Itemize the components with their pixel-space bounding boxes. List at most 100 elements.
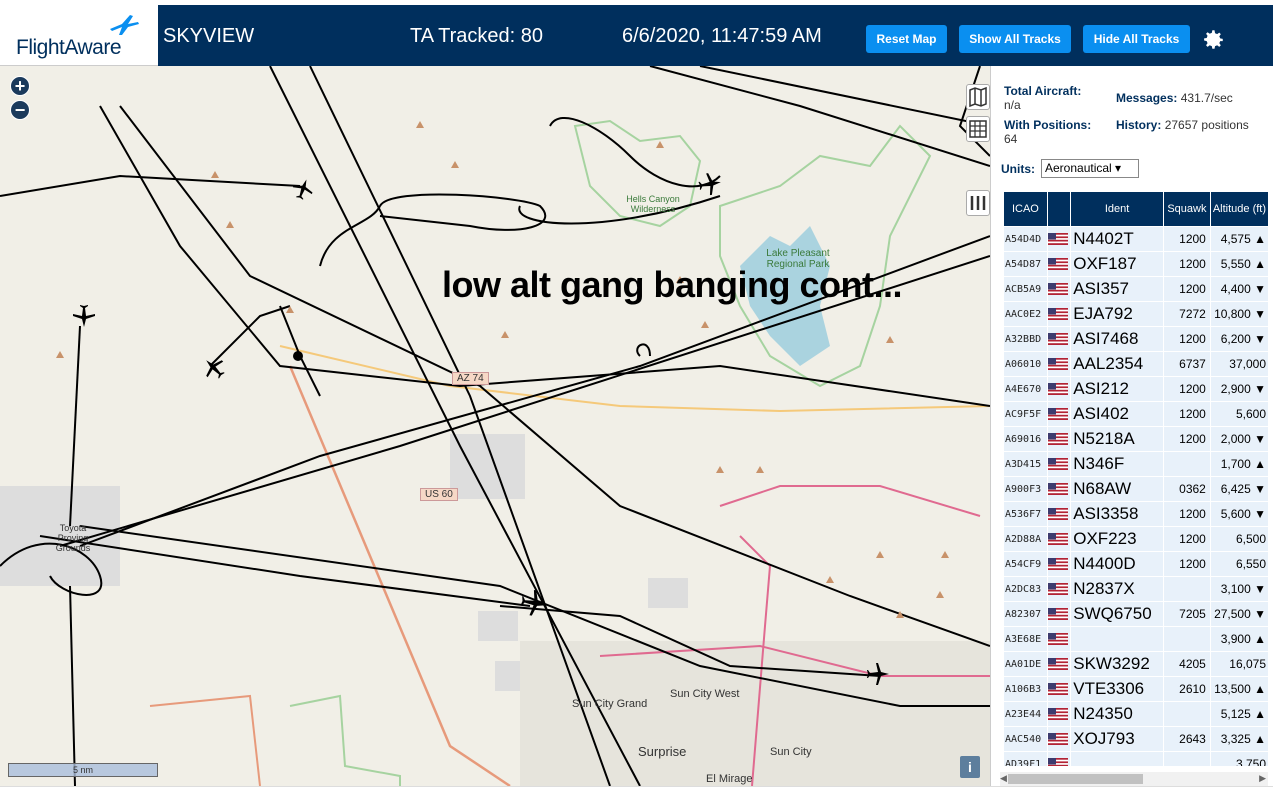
table-row[interactable]: A23E44 N24350 5,125 ▲	[1004, 702, 1268, 726]
table-row[interactable]: ACB5A9 ASI357 1200 4,400 ▼	[1004, 277, 1268, 301]
cell-icao: AC9F5F	[1004, 402, 1047, 426]
col-flag[interactable]	[1047, 192, 1071, 226]
reset-map-button[interactable]: Reset Map	[866, 25, 947, 53]
grid-toggle-button[interactable]	[966, 116, 990, 142]
units-label: Units:	[1001, 162, 1035, 176]
col-squawk[interactable]: Squawk	[1163, 192, 1210, 226]
cell-altitude: 16,075	[1210, 652, 1268, 676]
zoom-in-button[interactable]: +	[10, 76, 30, 96]
cell-ident: OXF223	[1071, 527, 1163, 551]
table-row[interactable]: AC9F5F ASI402 1200 5,600	[1004, 402, 1268, 426]
cell-icao: A900F3	[1004, 477, 1047, 501]
label-el-mirage: El Mirage	[706, 773, 753, 785]
us-flag-icon	[1047, 552, 1071, 576]
us-flag-icon	[1047, 752, 1071, 766]
us-flag-icon	[1047, 702, 1071, 726]
table-row[interactable]: A2D88A OXF223 1200 6,500	[1004, 527, 1268, 551]
aircraft-icon[interactable]	[520, 589, 548, 617]
label-hells-canyon: Hells Canyon Wilderness	[626, 194, 680, 214]
cell-squawk: 1200	[1163, 402, 1210, 426]
with-positions-value: 64	[1004, 132, 1018, 146]
table-row[interactable]: A54D4D N4402T 1200 4,575 ▲	[1004, 227, 1268, 251]
aircraft-icon[interactable]	[698, 172, 722, 196]
cell-icao: A06010	[1004, 352, 1047, 376]
us-flag-icon	[1047, 277, 1071, 301]
total-aircraft-label: Total Aircraft:	[1004, 84, 1082, 98]
us-flag-icon	[1047, 227, 1071, 251]
cell-squawk: 7272	[1163, 302, 1210, 326]
cell-altitude: 3,750	[1210, 752, 1268, 766]
scroll-left-icon[interactable]: ◀	[1000, 773, 1007, 784]
cell-altitude: 2,900 ▼	[1210, 377, 1268, 401]
us-flag-icon	[1047, 252, 1071, 276]
units-select[interactable]: Aeronautical ▾	[1041, 159, 1139, 178]
cell-ident	[1071, 627, 1163, 651]
table-row[interactable]: A32BBD ASI7468 1200 6,200 ▼	[1004, 327, 1268, 351]
table-row[interactable]: AA01DE SKW3292 4205 16,075	[1004, 652, 1268, 676]
table-row[interactable]: A106B3 VTE3306 2610 13,500 ▲	[1004, 677, 1268, 701]
label-sun-city-west: Sun City West	[670, 688, 740, 700]
aircraft-icon[interactable]	[202, 356, 226, 380]
table-row[interactable]: A54CF9 N4400D 1200 6,550	[1004, 552, 1268, 576]
selected-point	[293, 351, 303, 361]
hide-all-tracks-button[interactable]: Hide All Tracks	[1083, 25, 1190, 53]
map-canvas	[0, 66, 990, 786]
table-row[interactable]: A536F7 ASI3358 1200 5,600 ▼	[1004, 502, 1268, 526]
table-row[interactable]: AAC0E2 EJA792 7272 10,800 ▼	[1004, 302, 1268, 326]
aircraft-icon[interactable]	[72, 304, 96, 328]
horizontal-scrollbar[interactable]: ◀ ▶	[1000, 772, 1268, 786]
cell-squawk: 2610	[1163, 677, 1210, 701]
gray-area	[648, 578, 688, 608]
col-altitude[interactable]: Altitude (ft)	[1210, 192, 1268, 226]
table-row[interactable]: A54D87 OXF187 1200 5,550 ▲	[1004, 252, 1268, 276]
table-row[interactable]: AD39F1 3,750	[1004, 752, 1268, 766]
table-row[interactable]: AAC540 XOJ793 2643 3,325 ▲	[1004, 727, 1268, 751]
table-row[interactable]: A06010 AAL2354 6737 37,000	[1004, 352, 1268, 376]
logo-text: FlightAware	[16, 36, 122, 59]
table-row[interactable]: A4E670 ASI212 1200 2,900 ▼	[1004, 377, 1268, 401]
map-view[interactable]: + − Hells Canyon Wilderness Lake Pleasan…	[0, 66, 990, 786]
us-flag-icon	[1047, 327, 1071, 351]
us-flag-icon	[1047, 477, 1071, 501]
gear-icon[interactable]	[1200, 27, 1226, 53]
table-row[interactable]: A900F3 N68AW 0362 6,425 ▼	[1004, 477, 1268, 501]
cell-icao: AAC540	[1004, 727, 1047, 751]
cell-ident	[1071, 752, 1163, 766]
aircraft-table-wrapper[interactable]: ICAO Ident Squawk Altitude (ft) A54D4D N4…	[1003, 191, 1269, 766]
cell-squawk: 1200	[1163, 427, 1210, 451]
cell-ident: ASI402	[1071, 402, 1163, 426]
cell-icao: AA01DE	[1004, 652, 1047, 676]
cell-ident: ASI7468	[1071, 327, 1163, 351]
info-button[interactable]: i	[960, 756, 980, 778]
cell-altitude: 13,500 ▲	[1210, 677, 1268, 701]
scroll-right-icon[interactable]: ▶	[1259, 773, 1266, 784]
cell-icao: A3E68E	[1004, 627, 1047, 651]
messages-label: Messages:	[1116, 91, 1178, 105]
show-all-tracks-button[interactable]: Show All Tracks	[959, 25, 1071, 53]
cell-ident: AAL2354	[1071, 352, 1163, 376]
cell-squawk: 1200	[1163, 502, 1210, 526]
col-ident[interactable]: Ident	[1071, 192, 1163, 226]
flightaware-logo[interactable]: FlightAware	[0, 5, 158, 66]
az74-shield: AZ 74	[452, 372, 489, 385]
cell-icao: A23E44	[1004, 702, 1047, 726]
table-row[interactable]: A82307 SWQ6750 7205 27,500 ▼	[1004, 602, 1268, 626]
cell-squawk: 0362	[1163, 477, 1210, 501]
aircraft-icon[interactable]	[866, 662, 890, 686]
aircraft-icon[interactable]	[292, 178, 314, 200]
cell-icao: A3D415	[1004, 452, 1047, 476]
cell-altitude: 10,800 ▼	[1210, 302, 1268, 326]
skyview-app: FlightAware SKYVIEW TA Tracked: 80 6/6/2…	[0, 0, 1273, 795]
table-row[interactable]: A3E68E 3,900 ▲	[1004, 627, 1268, 651]
table-row[interactable]: A69016 N5218A 1200 2,000 ▼	[1004, 427, 1268, 451]
cell-squawk: 1200	[1163, 227, 1210, 251]
us-flag-icon	[1047, 627, 1071, 651]
columns-toggle-button[interactable]	[966, 190, 990, 216]
col-icao[interactable]: ICAO	[1004, 192, 1047, 226]
map-layers-button[interactable]	[966, 84, 990, 110]
table-row[interactable]: A3D415 N346F 1,700 ▲	[1004, 452, 1268, 476]
table-row[interactable]: A2DC83 N2837X 3,100 ▼	[1004, 577, 1268, 601]
zoom-out-button[interactable]: −	[10, 100, 30, 120]
scrollbar-thumb[interactable]	[1008, 774, 1143, 784]
us-flag-icon	[1047, 652, 1071, 676]
